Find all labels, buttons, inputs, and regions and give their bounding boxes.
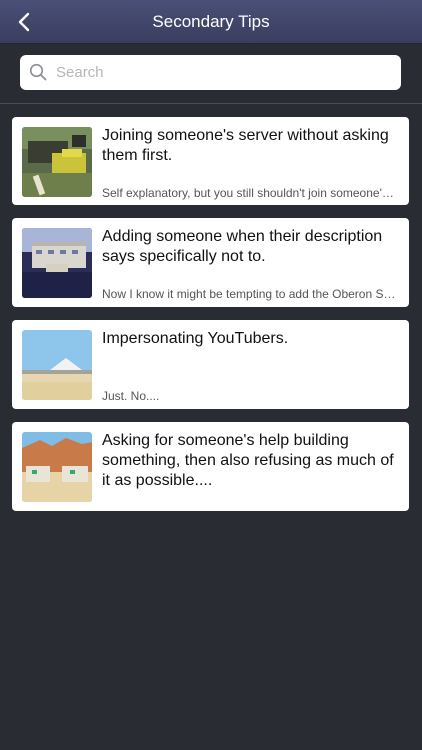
tip-thumbnail [22, 432, 92, 502]
tip-card[interactable]: Impersonating YouTubers. Just. No.... [12, 320, 409, 409]
search-input[interactable] [56, 55, 391, 90]
page-title: Secondary Tips [152, 12, 270, 31]
navigation-bar: Secondary Tips [0, 0, 422, 44]
tip-description: Now I know it might be tempting to add t… [102, 287, 399, 301]
search-icon [29, 63, 47, 81]
divider [0, 103, 422, 104]
tip-title: Joining someone's server without asking … [102, 127, 389, 164]
tip-card[interactable]: Asking for someone's help building somet… [12, 422, 409, 511]
tip-card[interactable]: Joining someone's server without asking … [12, 117, 409, 205]
tip-thumbnail [22, 330, 92, 400]
tip-title: Adding someone when their description sa… [102, 228, 383, 265]
tip-description: Self explanatory, but you still shouldn'… [102, 186, 399, 200]
tip-title: Asking for someone's help building somet… [102, 432, 394, 489]
tip-description: Just. No.... [102, 389, 160, 403]
tip-card[interactable]: Adding someone when their description sa… [12, 218, 409, 307]
search-bar[interactable] [20, 55, 401, 90]
tip-title: Impersonating YouTubers. [102, 330, 289, 347]
tip-thumbnail [22, 127, 92, 197]
tip-thumbnail [22, 228, 92, 298]
